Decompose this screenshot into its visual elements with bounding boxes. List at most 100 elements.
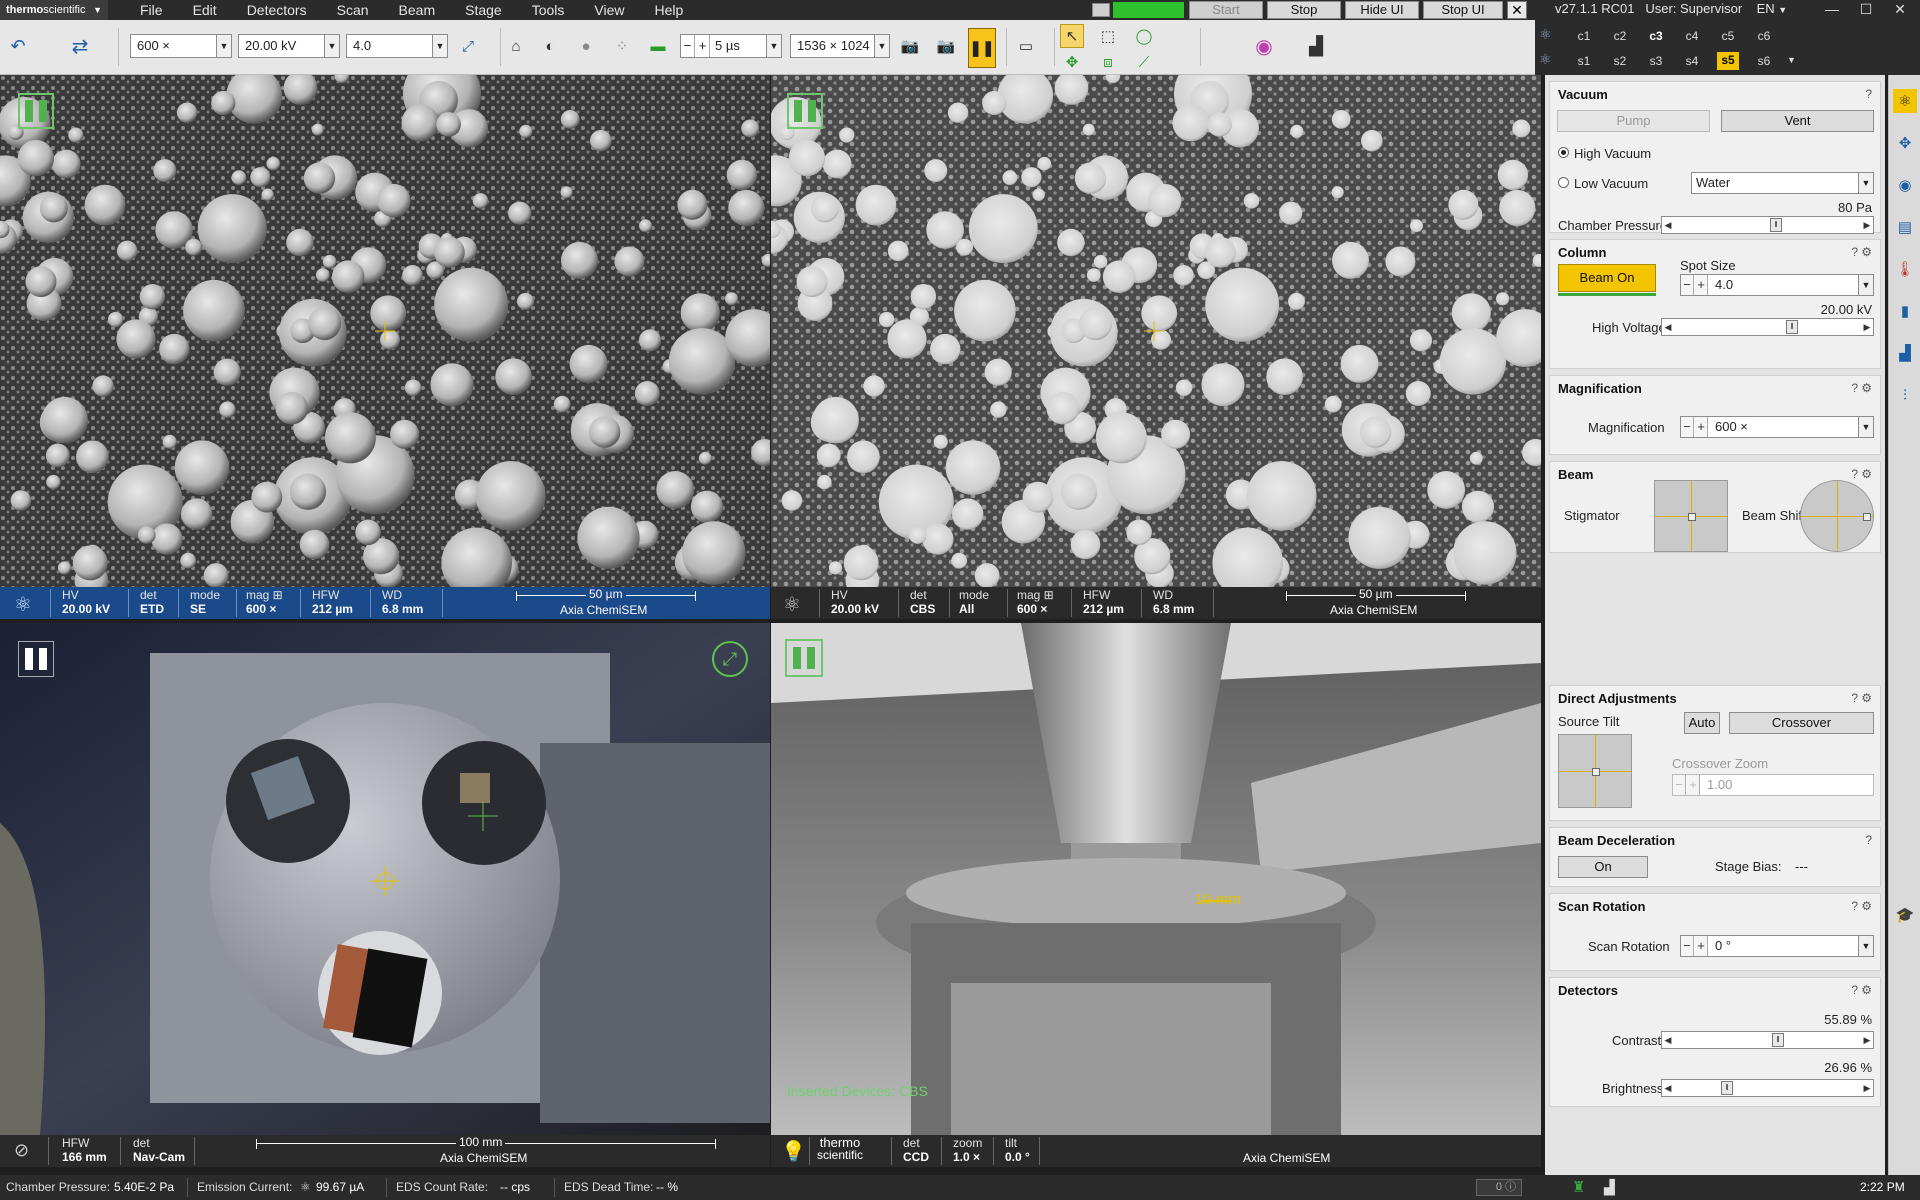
contrast-slider[interactable]: ◀ ‖ ▶ (1661, 1031, 1874, 1049)
chamber-pressure-slider[interactable]: ◀ ‖ ▶ (1661, 216, 1874, 234)
scan-rotation-spinner[interactable]: − +0 ° ▼ (1680, 935, 1874, 957)
decrease-icon[interactable]: − (681, 35, 695, 57)
menu-file[interactable]: File (128, 0, 175, 20)
temperature-icon[interactable]: 🌡 (1893, 257, 1917, 281)
start-button[interactable]: Start (1189, 1, 1263, 19)
help-icon[interactable]: ? (1865, 87, 1872, 101)
crossover-button[interactable]: Crossover (1729, 712, 1874, 734)
preset-c1[interactable]: c1 (1573, 28, 1595, 44)
navigation-icon[interactable]: ✥ (1893, 131, 1917, 155)
color-wheel-icon[interactable]: ◉ (1252, 34, 1276, 58)
move-icon[interactable]: ✥ (1060, 50, 1084, 74)
menu-detectors[interactable]: Detectors (235, 0, 319, 20)
undo-icon[interactable]: ↶ (6, 34, 30, 58)
lasso-icon[interactable]: ◯ (1132, 24, 1156, 48)
quad-view-1[interactable]: ⚛ HV 20.00 kV det ETD mode SE mag ⊞ 600 × HF… (0, 75, 770, 622)
preset-c3[interactable]: c3 (1645, 28, 1667, 44)
zoom-fit-icon[interactable]: ⤢ (456, 34, 480, 58)
menu-help[interactable]: Help (642, 0, 695, 20)
preset-s1[interactable]: s1 (1573, 53, 1595, 69)
help-icon[interactable]: ? (1851, 245, 1858, 259)
sem-image-etd[interactable] (0, 75, 770, 587)
stigmator-icon[interactable]: ⁘ (610, 34, 634, 58)
brightness-slider[interactable]: ◀ ‖ ▶ (1661, 1079, 1874, 1097)
view-eye-icon[interactable]: ◉ (1893, 173, 1917, 197)
menu-scan[interactable]: Scan (325, 0, 381, 20)
histogram-icon[interactable]: ▟ (1893, 341, 1917, 365)
high-vacuum-radio[interactable] (1558, 147, 1569, 158)
help-icon[interactable]: ? (1851, 691, 1858, 705)
chamber-ccd-image[interactable] (771, 623, 1541, 1135)
decrease-icon[interactable]: − (1681, 936, 1694, 956)
beam-control-icon[interactable]: ⚛ (1893, 89, 1917, 113)
brand-menu[interactable]: thermoscientific ▼ (0, 0, 108, 20)
transfer-icon[interactable]: ⇄ (68, 34, 92, 58)
preset-s2[interactable]: s2 (1609, 53, 1631, 69)
gas-select[interactable]: Water ▼ (1691, 172, 1874, 194)
spot-combo[interactable]: 4.0 ▼ (346, 34, 448, 58)
settings-icon[interactable]: ⚙ (1861, 467, 1872, 481)
menu-edit[interactable]: Edit (181, 0, 229, 20)
quad-view-2[interactable]: ⚛ HV 20.00 kV det CBS mode All mag ⊞ 600 × H… (771, 75, 1541, 622)
education-icon[interactable]: 🎓 (1893, 903, 1917, 927)
beam-on-button[interactable]: Beam On (1558, 264, 1656, 292)
preset-c6[interactable]: c6 (1753, 28, 1775, 44)
slider-thumb[interactable]: ‖ (1786, 320, 1798, 334)
rect-select-icon[interactable]: ⬚ (1096, 24, 1120, 48)
pause-icon[interactable] (785, 639, 823, 677)
decrease-icon[interactable]: − (1681, 275, 1694, 295)
deceleration-on-button[interactable]: On (1558, 856, 1648, 878)
preset-s6[interactable]: s6 (1753, 53, 1775, 69)
auto-focus-icon[interactable]: ⌂ (504, 34, 528, 58)
stage-status-icon[interactable]: ♜ (1572, 1175, 1585, 1200)
menu-view[interactable]: View (582, 0, 636, 20)
preset-s3[interactable]: s3 (1645, 53, 1667, 69)
preset-s4[interactable]: s4 (1681, 53, 1703, 69)
measure-icon[interactable]: ⟋ (1132, 50, 1156, 74)
resolution-combo[interactable]: 1536 × 1024 ▼ (790, 34, 890, 58)
adjust-sliders-icon[interactable]: ⫶ (1893, 383, 1917, 407)
hide-ui-button[interactable]: Hide UI (1345, 1, 1419, 19)
crop-icon[interactable]: ⧈ (1096, 50, 1120, 74)
settings-icon[interactable]: ⚙ (1861, 983, 1872, 997)
magnification-combo[interactable]: 600 × ▼ (130, 34, 232, 58)
settings-icon[interactable]: ⚙ (1861, 245, 1872, 259)
auto-contrast-icon[interactable]: ◐ (538, 34, 562, 58)
nav-cam-image[interactable] (0, 623, 770, 1135)
low-vacuum-radio[interactable] (1558, 177, 1569, 188)
settings-icon[interactable]: ⚙ (1861, 381, 1872, 395)
maximize-icon[interactable]: ☐ (1849, 0, 1883, 18)
stigmator-pad[interactable] (1654, 480, 1728, 552)
help-icon[interactable]: ? (1851, 899, 1858, 913)
settings-icon[interactable]: ⚙ (1861, 899, 1872, 913)
quad-view-3[interactable]: ⤢ ⊘ HFW 166 mm det Nav-Cam 100 mm Axia Che… (0, 623, 770, 1175)
slider-thumb[interactable]: ‖ (1770, 218, 1782, 232)
image-icon[interactable]: ▬ (646, 34, 670, 58)
increase-icon[interactable]: + (1695, 417, 1708, 437)
help-icon[interactable]: ? (1851, 983, 1858, 997)
auto-button[interactable]: Auto (1684, 712, 1720, 734)
language-selector[interactable]: EN (1757, 1, 1775, 16)
histogram-icon[interactable]: ▟ (1304, 34, 1328, 58)
pause-icon[interactable] (18, 641, 54, 677)
slider-thumb[interactable]: ‖ (1772, 1033, 1784, 1047)
menu-stage[interactable]: Stage (453, 0, 514, 20)
detector-icon[interactable]: ▤ (1893, 215, 1917, 239)
spot-size-spinner[interactable]: − +4.0 ▼ (1680, 274, 1874, 296)
window-close-icon[interactable]: ✕ (1883, 0, 1917, 18)
help-icon[interactable]: ? (1865, 833, 1872, 847)
preset-s5[interactable]: s5 (1717, 52, 1739, 70)
chevron-down-icon[interactable]: ▼ (1787, 55, 1796, 65)
quad-view-4[interactable]: 10 mm Inserted Devices: CBS 💡 thermo scie… (771, 623, 1541, 1175)
preset-c4[interactable]: c4 (1681, 28, 1703, 44)
preset-c5[interactable]: c5 (1717, 28, 1739, 44)
pause-icon[interactable] (787, 93, 823, 129)
pump-button[interactable]: Pump (1557, 110, 1710, 132)
select-arrow-icon[interactable]: ↖ (1060, 24, 1084, 48)
minimize-icon[interactable]: — (1815, 0, 1849, 18)
beam-shift-pad[interactable] (1800, 480, 1874, 552)
help-icon[interactable]: ? (1851, 467, 1858, 481)
camera-icon[interactable]: 📷 (934, 34, 958, 58)
histogram-icon[interactable]: ▟ (1604, 1175, 1615, 1200)
preset-c2[interactable]: c2 (1609, 28, 1631, 44)
